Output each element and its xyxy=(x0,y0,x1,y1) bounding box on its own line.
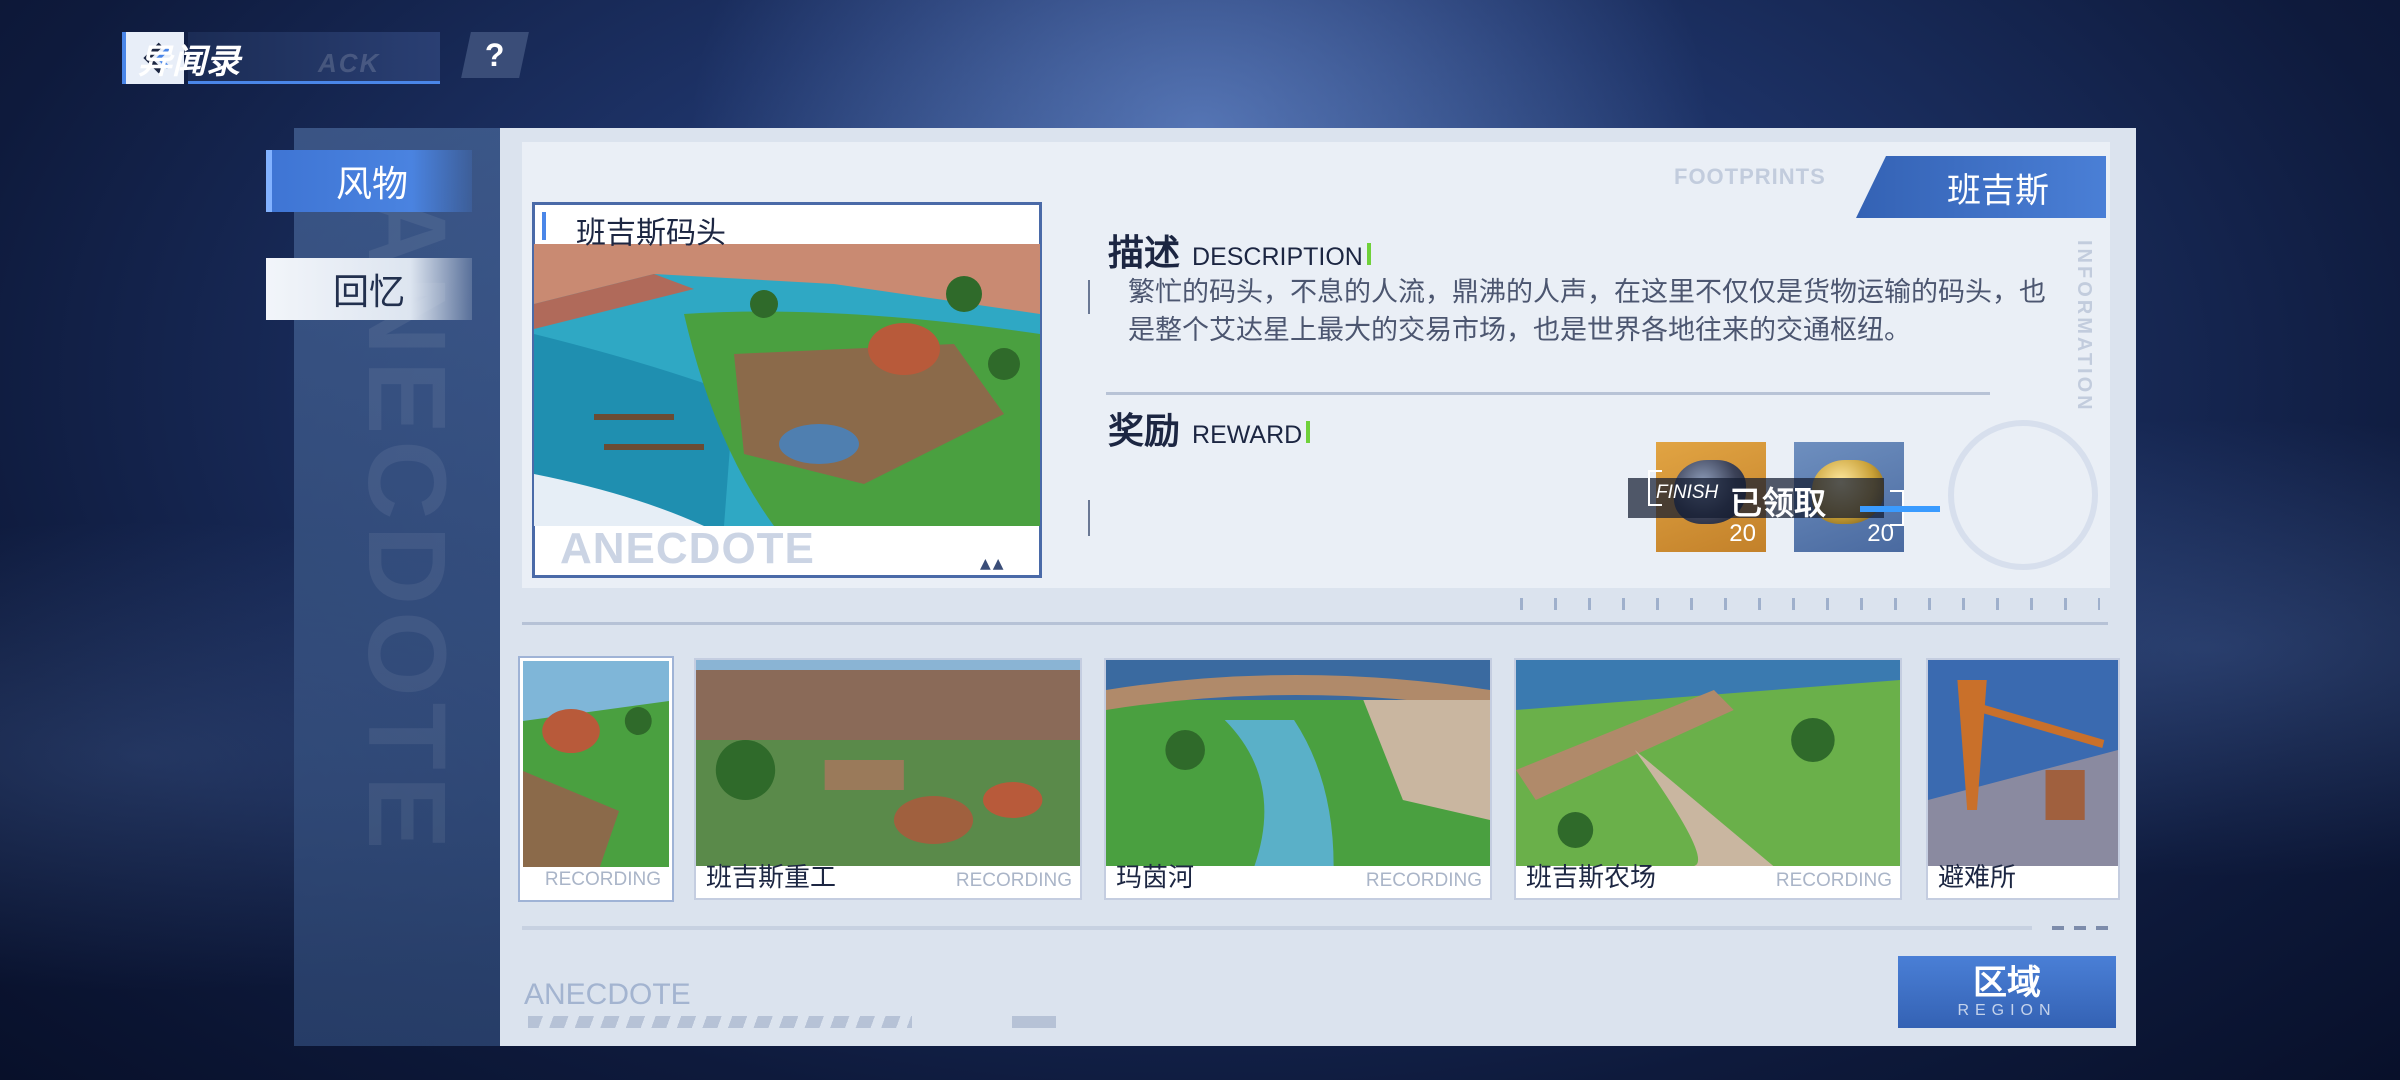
help-button[interactable]: ? xyxy=(461,32,529,78)
region-badge: 班吉斯 xyxy=(1856,156,2106,218)
reward-heading-cn: 奖励 xyxy=(1108,411,1181,452)
reward-heading-en: REWARD xyxy=(1192,421,1303,449)
thumbnail-item[interactable]: RECORDING xyxy=(520,658,672,900)
preview-watermark: ANECDOTE xyxy=(560,524,815,573)
tab-memories-label: 回忆 xyxy=(332,272,405,313)
region-badge-label: 班吉斯 xyxy=(1947,170,2049,211)
footprints-label: FOOTPRINTS xyxy=(1674,164,1826,189)
page-title: 异闻录 xyxy=(138,42,240,82)
thumbnail-top-line xyxy=(522,622,2108,625)
thumbnail-label: 玛茵河 xyxy=(1116,863,1195,893)
information-label: INFORMATION xyxy=(2073,240,2095,413)
thumbnail-item[interactable]: 班吉斯农场 RECORDING xyxy=(1514,658,1902,900)
thumbnail-image xyxy=(1106,660,1490,866)
tab-scenery-label: 风物 xyxy=(335,164,408,205)
title-ghost-text: ACK xyxy=(318,48,381,78)
description-heading-cn: 描述 xyxy=(1108,233,1181,274)
description-bar xyxy=(1088,280,1090,314)
reward-heading: 奖励 REWARD xyxy=(1108,402,1311,454)
tab-memories[interactable]: 回忆 xyxy=(266,258,472,320)
tab-scenery[interactable]: 风物 xyxy=(266,150,472,212)
thumbnail-image xyxy=(1928,660,2118,866)
help-icon: ? xyxy=(485,36,505,73)
preview-arrows-icon: ▲▲ xyxy=(980,556,1006,572)
preview-title: 班吉斯码头 xyxy=(576,216,726,251)
thumbnail-label: 避难所 xyxy=(1938,863,2017,893)
thumbnail-image xyxy=(696,660,1080,866)
thumbnail-scrollbar[interactable] xyxy=(522,926,2032,930)
claimed-label: 已领取 xyxy=(1730,484,1827,522)
thumbnail-item[interactable]: 班吉斯重工 RECORDING xyxy=(694,658,1082,900)
region-button-label: 区域 xyxy=(1973,963,2041,1003)
description-heading-en: DESCRIPTION xyxy=(1192,243,1363,271)
thumbnail-recording: RECORDING xyxy=(1365,870,1482,891)
thumbnail-label: 班吉斯农场 xyxy=(1526,863,1657,893)
thumbnail-recording: RECORDING xyxy=(1775,870,1892,891)
green-tick-icon xyxy=(1306,421,1311,443)
region-button[interactable]: 区域 REGION xyxy=(1898,956,2116,1028)
thumbnail-item[interactable]: 玛茵河 RECORDING xyxy=(1104,658,1492,900)
description-text: 繁忙的码头，不息的人流，鼎沸的人声，在这里不仅仅是货物运输的码头，也是整个艾达星… xyxy=(1128,277,2046,346)
section-divider xyxy=(1106,392,1990,395)
thumbnail-label: 班吉斯重工 xyxy=(706,863,837,893)
thumbnail-recording: RECORDING xyxy=(955,870,1072,891)
thumbnail-image xyxy=(523,661,669,867)
tick-decoration xyxy=(1520,598,2100,610)
seal-icon xyxy=(1948,420,2098,570)
preview-image xyxy=(534,244,1040,526)
claimed-accent xyxy=(1860,506,1940,512)
footer-stripes xyxy=(528,1016,912,1028)
reward-count: 20 xyxy=(1729,520,1756,547)
reward-bar xyxy=(1088,500,1090,536)
scroll-indicator xyxy=(2052,926,2108,930)
green-tick-icon xyxy=(1366,243,1371,265)
thumbnail-recording: RECORDING xyxy=(544,869,661,890)
thumbnail-item[interactable]: 避难所 xyxy=(1926,658,2120,900)
finish-tag: FINISH xyxy=(1656,482,1719,503)
description-heading: 描述 DESCRIPTION xyxy=(1108,224,1371,276)
footer-stripe xyxy=(1012,1016,1056,1028)
region-button-sublabel: REGION xyxy=(1957,1002,2057,1019)
footer-anecdote-label: ANECDOTE xyxy=(524,978,691,1011)
thumbnail-image xyxy=(1516,660,1900,866)
preview-name-accent xyxy=(542,212,546,240)
